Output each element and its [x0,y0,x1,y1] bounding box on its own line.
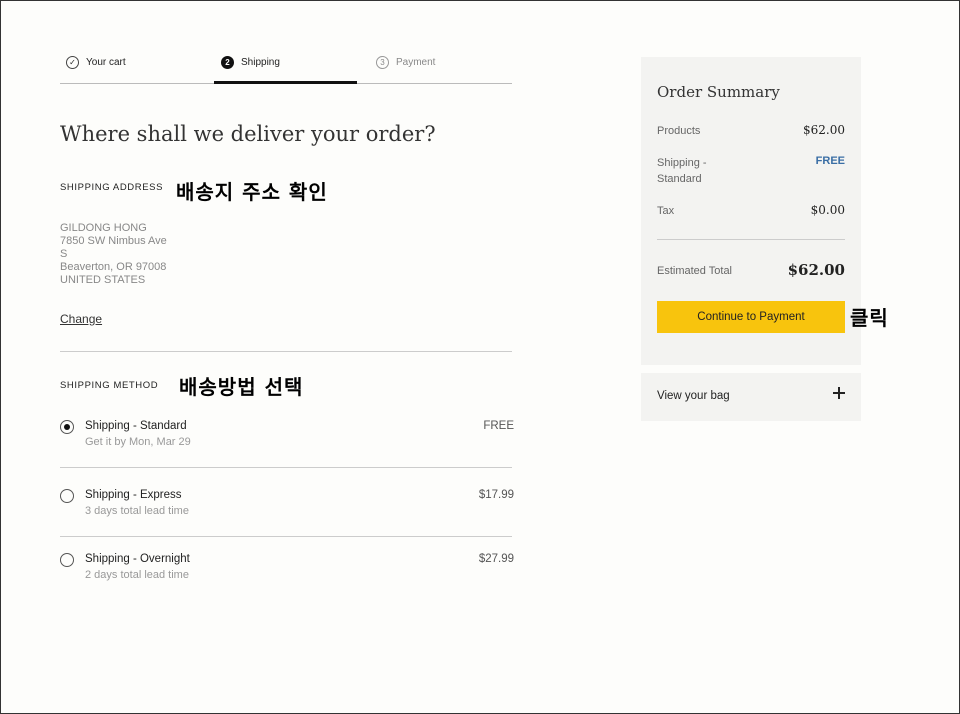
address-line: UNITED STATES [60,274,146,286]
view-bag-toggle[interactable]: View your bag [641,373,861,421]
option-price: $17.99 [478,489,514,501]
shipping-method-label: SHIPPING METHOD [60,380,159,391]
section-divider [60,351,512,352]
change-address-link[interactable]: Change [60,312,102,326]
option-price: $27.99 [478,553,514,565]
radio-selected[interactable] [60,420,74,434]
annotation-click: 클릭 [850,306,889,330]
shipping-address-label: SHIPPING ADDRESS [60,182,164,193]
option-divider [60,536,512,537]
summary-estimated-row: Estimated Total $62.00 [657,261,845,281]
step-shipping[interactable]: 2 Shipping [221,56,280,84]
option-price: FREE [483,420,514,432]
continue-to-payment-button[interactable]: Continue to Payment [657,301,845,333]
shipping-option-standard[interactable]: Shipping - Standard Get it by Mon, Mar 2… [60,420,514,480]
step-label: Your cart [86,57,126,68]
summary-shipping-row: Shipping - Standard FREE [657,155,845,187]
page-title: Where shall we deliver your order? [60,122,436,146]
tax-label: Tax [657,205,675,217]
radio-unselected[interactable] [60,489,74,503]
order-summary: Order Summary Products $62.00 Shipping -… [641,57,861,365]
order-summary-title: Order Summary [657,83,780,101]
shipping-option-express[interactable]: Shipping - Express 3 days total lead tim… [60,489,514,549]
annotation-select-method: 배송방법 선택 [179,375,304,399]
summary-divider [657,239,845,240]
radio-unselected[interactable] [60,553,74,567]
active-step-indicator [214,81,357,84]
shipping-label: Shipping - Standard [657,157,707,185]
option-name: Shipping - Express [85,489,182,501]
step-label: Payment [396,57,436,68]
address-line: Beaverton, OR 97008 [60,261,167,273]
shipping-option-overnight[interactable]: Shipping - Overnight 2 days total lead t… [60,553,514,613]
step-payment[interactable]: 3 Payment [376,56,435,84]
checkout-stepper: ✓ Your cart 2 Shipping 3 Payment [60,48,512,84]
step-your-cart[interactable]: ✓ Your cart [66,56,126,84]
address-line: 7850 SW Nimbus Ave [60,235,167,247]
summary-tax-row: Tax $0.00 [657,203,845,219]
shipping-address: GILDONG HONG 7850 SW Nimbus Ave S Beaver… [60,222,167,287]
estimated-total-label: Estimated Total [657,265,733,277]
option-divider [60,467,512,468]
option-detail: 3 days total lead time [85,505,189,517]
annotation-confirm-address: 배송지 주소 확인 [176,180,328,204]
step-number-icon: 2 [221,56,234,69]
summary-products-row: Products $62.00 [657,123,845,139]
address-line: S [60,248,68,260]
step-number-icon: 3 [376,56,389,69]
plus-icon[interactable] [833,387,845,399]
option-detail: Get it by Mon, Mar 29 [85,436,191,448]
radio-dot [64,424,70,430]
products-value: $62.00 [803,123,845,137]
products-label: Products [657,125,701,137]
tax-value: $0.00 [810,203,845,217]
shipping-value: FREE [815,155,845,167]
option-name: Shipping - Standard [85,420,187,432]
estimated-total-value: $62.00 [787,261,845,279]
view-bag-label: View your bag [657,390,730,402]
address-line: GILDONG HONG [60,222,147,234]
check-icon: ✓ [66,56,79,69]
option-detail: 2 days total lead time [85,569,189,581]
step-label: Shipping [241,57,280,68]
option-name: Shipping - Overnight [85,553,190,565]
